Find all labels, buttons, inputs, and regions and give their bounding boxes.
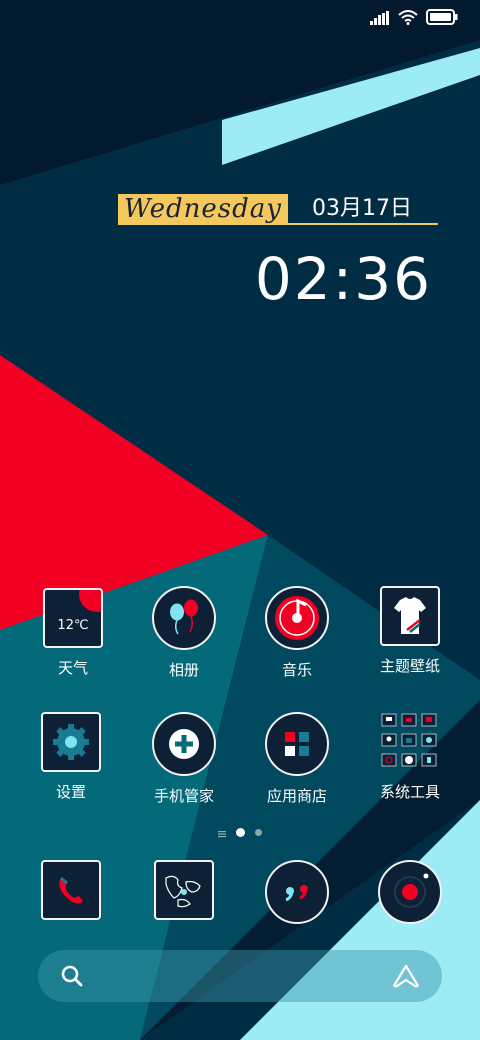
store-grid-icon: [265, 712, 329, 776]
app-label: 主题壁纸: [379, 657, 440, 675]
app-security[interactable]: 手机管家: [134, 712, 234, 806]
app-label: 手机管家: [153, 787, 214, 805]
gear-icon: [41, 712, 101, 772]
tshirt-icon: [380, 586, 440, 646]
app-themes[interactable]: 主题壁纸: [360, 586, 460, 676]
dock-browser[interactable]: [134, 860, 234, 920]
page-dot-active: [236, 828, 245, 837]
app-label: 音乐: [281, 661, 312, 679]
plus-icon: [152, 712, 216, 776]
dock-messages[interactable]: [247, 860, 347, 924]
app-weather[interactable]: 12℃ 天气: [23, 588, 123, 678]
weather-temp: 12℃: [57, 618, 89, 633]
time: 02:36: [254, 245, 432, 313]
app-label: 相册: [168, 661, 199, 679]
tools-folder-icon: [380, 712, 440, 772]
messages-icon: [265, 860, 329, 924]
balloons-icon: [152, 586, 216, 650]
clock-widget[interactable]: Wednesday 03月17日 02:36: [118, 194, 438, 311]
search-bar[interactable]: [38, 950, 442, 1002]
app-store[interactable]: 应用商店: [247, 712, 347, 806]
app-music[interactable]: 音乐: [247, 586, 347, 680]
battery-icon: [426, 9, 458, 29]
search-icon[interactable]: [60, 964, 84, 992]
status-bar: [370, 8, 458, 30]
app-label: 天气: [57, 659, 88, 677]
dock-phone[interactable]: [21, 860, 121, 920]
page-dot: [255, 829, 262, 836]
menu-lines-icon: [218, 823, 226, 842]
weather-icon: 12℃: [43, 588, 103, 648]
app-tools[interactable]: 系统工具: [360, 712, 460, 802]
date: 03月17日: [287, 195, 438, 225]
music-disc-icon: [265, 586, 329, 650]
app-settings[interactable]: 设置: [21, 712, 121, 802]
app-label: 应用商店: [266, 787, 327, 805]
app-label: 设置: [55, 783, 86, 801]
app-gallery[interactable]: 相册: [134, 586, 234, 680]
weekday: Wednesday: [118, 194, 288, 225]
dock-camera[interactable]: [360, 860, 460, 924]
wifi-icon: [398, 9, 418, 29]
camera-icon: [378, 860, 442, 924]
signal-icon: [370, 10, 390, 29]
phone-icon: [41, 860, 101, 920]
page-indicator[interactable]: [0, 823, 480, 842]
app-label: 系统工具: [379, 783, 440, 801]
assistant-icon[interactable]: [392, 964, 420, 992]
browser-map-icon: [154, 860, 214, 920]
